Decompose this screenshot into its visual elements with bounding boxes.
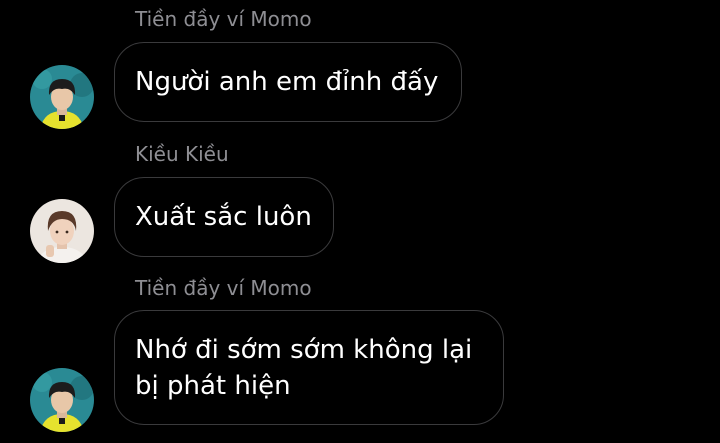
profile-photo-icon (30, 65, 94, 129)
avatar[interactable] (30, 65, 94, 129)
message-text: Xuất sắc luôn (135, 202, 312, 232)
message-bubble[interactable]: Xuất sắc luôn (114, 177, 334, 257)
sender-name: Tiền đầy ví Momo (135, 276, 312, 300)
avatar[interactable] (30, 368, 94, 432)
chat-thread: Tiền đầy ví Momo Người anh em đỉnh đấy K… (0, 0, 720, 443)
avatar[interactable] (30, 199, 94, 263)
sender-name: Tiền đầy ví Momo (135, 7, 312, 31)
message-text: Người anh em đỉnh đấy (135, 67, 439, 97)
profile-photo-icon (30, 199, 94, 263)
profile-photo-icon (30, 368, 94, 432)
message-text: Nhớ đi sớm sớm không lại bị phát hiện (135, 334, 473, 401)
message-bubble[interactable]: Nhớ đi sớm sớm không lại bị phát hiện (114, 310, 504, 425)
sender-name: Kiều Kiều (135, 142, 229, 166)
message-bubble[interactable]: Người anh em đỉnh đấy (114, 42, 462, 122)
